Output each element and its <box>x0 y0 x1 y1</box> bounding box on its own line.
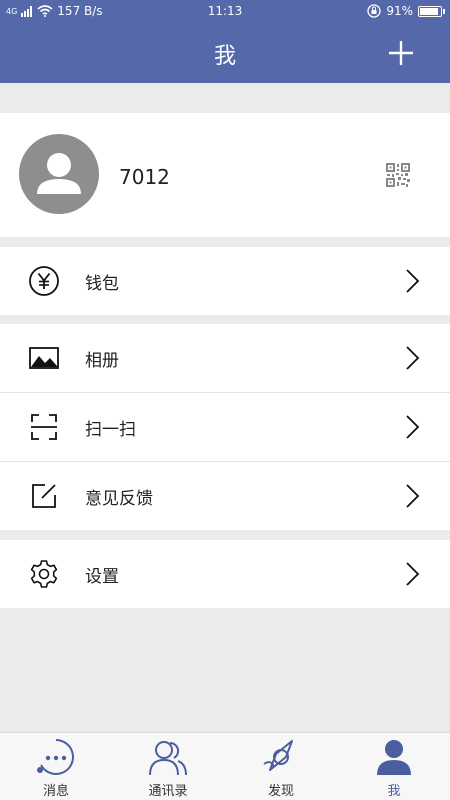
tab-label: 消息 <box>42 784 69 799</box>
plus-icon[interactable] <box>388 40 414 66</box>
lock-rotation-icon <box>367 4 381 18</box>
image-icon <box>29 347 59 369</box>
person-icon <box>377 740 411 775</box>
person-avatar-icon <box>37 153 81 194</box>
scan-icon <box>31 414 57 440</box>
bottom-tab-bar: 消息 通讯录 发现 我 <box>0 732 450 800</box>
menu-item-scan[interactable]: 扫一扫 <box>0 393 450 461</box>
chevron-right-icon <box>406 562 420 586</box>
menu-label-album: 相册 <box>85 351 119 371</box>
chevron-right-icon <box>406 269 420 293</box>
top-bar: 4G 157 B/s 11:13 91% 我 <box>0 0 450 83</box>
menu-label-feedback: 意见反馈 <box>85 489 153 509</box>
tab-label: 发现 <box>267 784 294 799</box>
qr-code-icon[interactable] <box>386 163 410 187</box>
menu-label-settings: 设置 <box>85 567 119 587</box>
battery-percent: 91% <box>386 4 413 18</box>
menu-label-scan: 扫一扫 <box>85 420 136 440</box>
yen-circle-icon <box>29 266 59 296</box>
avatar[interactable] <box>19 134 99 214</box>
tab-me[interactable]: 我 <box>338 733 450 800</box>
edit-icon <box>32 484 56 508</box>
username: 7012 <box>119 165 170 189</box>
battery-icon <box>418 5 445 17</box>
menu-item-album[interactable]: 相册 <box>0 324 450 392</box>
tab-messages[interactable]: 消息 <box>0 733 112 800</box>
chevron-right-icon <box>406 415 420 439</box>
contacts-icon <box>149 741 187 776</box>
tab-contacts[interactable]: 通讯录 <box>112 733 224 800</box>
tab-label: 我 <box>387 784 401 799</box>
chevron-right-icon <box>406 484 420 508</box>
menu-item-feedback[interactable]: 意见反馈 <box>0 462 450 530</box>
menu-item-settings[interactable]: 设置 <box>0 540 450 608</box>
menu-item-wallet[interactable]: 钱包 <box>0 247 450 315</box>
tab-label: 通讯录 <box>148 784 188 799</box>
gear-icon <box>30 560 58 588</box>
tab-discover[interactable]: 发现 <box>225 733 337 800</box>
compass-icon <box>263 740 293 771</box>
page-title: 我 <box>213 44 236 69</box>
menu-label-wallet: 钱包 <box>85 274 119 294</box>
message-icon <box>37 739 74 775</box>
status-bar: 4G 157 B/s 11:13 91% <box>0 0 450 24</box>
profile-card[interactable]: 7012 <box>0 113 450 237</box>
chevron-right-icon <box>406 346 420 370</box>
